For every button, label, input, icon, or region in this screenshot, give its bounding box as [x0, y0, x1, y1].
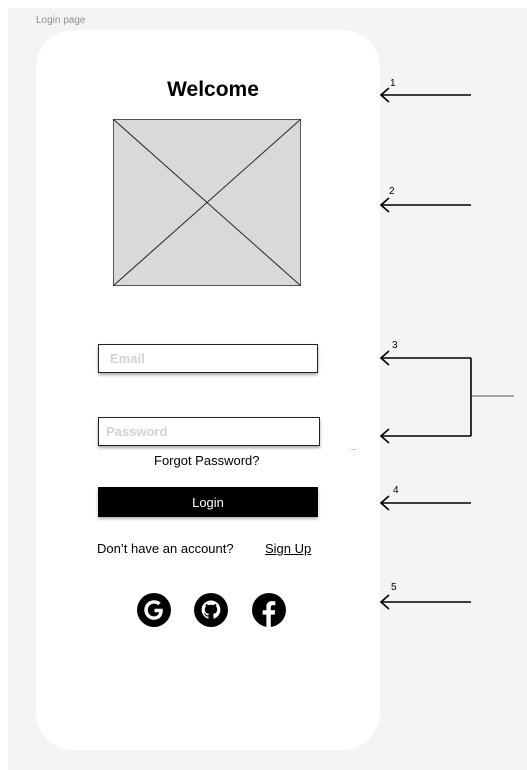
annotation-number: 5 [391, 582, 397, 593]
email-field[interactable] [98, 344, 318, 373]
frame-label: Login page [36, 15, 86, 26]
github-icon[interactable] [193, 592, 229, 628]
google-icon[interactable] [136, 592, 172, 628]
no-account-text: Don’t have an account? [97, 541, 234, 556]
signup-link[interactable]: Sign Up [265, 541, 311, 556]
facebook-icon[interactable] [251, 592, 287, 628]
image-placeholder [113, 119, 301, 286]
ellipsis-marker: ... [349, 443, 356, 452]
password-field[interactable] [98, 417, 320, 446]
annotation-number: 4 [393, 485, 399, 496]
login-button[interactable]: Login [98, 487, 318, 517]
forgot-password-link[interactable]: Forgot Password? [154, 453, 260, 468]
page-title: Welcome [167, 78, 259, 101]
annotation-number: 2 [389, 186, 395, 197]
annotation-number: 3 [392, 340, 398, 351]
annotation-number: 1 [390, 78, 396, 89]
